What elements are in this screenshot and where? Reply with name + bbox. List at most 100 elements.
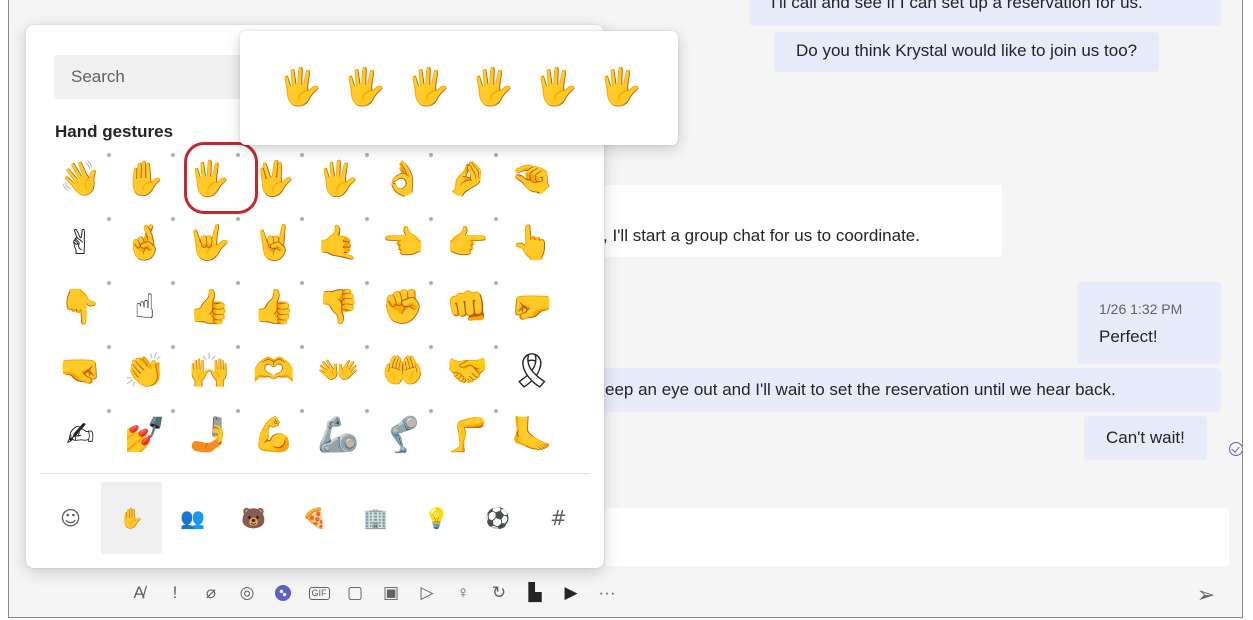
chat-message-2: Do you think Krystal would like to join … [774,32,1160,72]
skin-tone-indicator [235,409,240,413]
skin-tone-option[interactable]: 🖐 [268,56,332,120]
schedule-meeting-icon[interactable]: ▣ [373,576,409,610]
hand-gestures-icon: ✋ [119,506,144,530]
skin-tone-indicator [429,345,433,349]
compose-box[interactable] [605,508,1229,566]
sticker-icon[interactable]: ▢ [337,576,373,610]
skin-tone-option[interactable]: 🖐 [396,56,460,120]
emoji-search-input[interactable] [54,55,254,99]
emoji-glyph: 🤙 [317,223,360,263]
emoji-glyph: ✍ [66,415,95,455]
emoji-cell[interactable]: 👍 [242,275,307,339]
category-animals[interactable]: 🐻 [223,482,284,554]
emoji-cell[interactable]: ✌ [48,211,113,275]
emoji-cell[interactable]: 👌 [371,147,436,211]
category-food[interactable]: 🍕 [284,482,345,554]
emoji-cell[interactable]: 👎 [306,275,371,339]
travel-places-icon: 🏢 [363,506,388,530]
emoji-cell[interactable]: 🤝 [435,339,500,403]
emoji-cell[interactable]: 👏 [113,339,178,403]
emoji-cell[interactable]: 🦶 [500,403,565,467]
emoji-cell[interactable]: 🤙 [306,211,371,275]
emoji-grid: 👋 ✋ 🖐 🖖 🖐 👌 🤌 🤏 ✌ 🤞 🤟 🤘 🤙 👈 👉 👆 👇 ☝ 👍 👍 👎 ✊ 👊 🤛 🤜 👏 🙌 🫶 👐 🤲 🤝 🎗 ✍ 💅 🤳 💪 🦾 🦿 🦵 🦶 [48,147,588,475]
skin-tone-indicator [364,281,369,285]
skin-tone-option[interactable]: 🖐 [332,56,396,120]
section-title: Hand gestures [55,122,174,141]
format-icon[interactable]: A̸ [121,576,157,610]
updates-icon[interactable]: ↻ [481,576,517,610]
emoji-icon[interactable] [265,576,301,610]
emoji-glyph: 🤳 [188,415,231,455]
emoji-glyph: 🤞 [123,223,166,263]
emoji-cell[interactable]: ✊ [371,275,436,339]
emoji-cell[interactable]: 👍 [177,275,242,339]
skin-tone-indicator [106,409,111,413]
emoji-glyph: 🫶 [252,351,295,391]
emoji-cell[interactable]: 🎗 [500,339,565,403]
send-icon[interactable]: ➢ [1191,580,1221,610]
emoji-glyph: 🤏 [510,159,553,199]
emoji-cell[interactable]: 🦾 [306,403,371,467]
praise-icon[interactable]: ♀ [445,576,481,610]
emoji-cell[interactable]: 🤞 [113,211,178,275]
emoji-cell[interactable]: ✍ [48,403,113,467]
emoji-cell[interactable]: 🖐 [306,147,371,211]
emoji-cell[interactable]: 🫶 [242,339,307,403]
skin-tone-picker: 🖐 🖐 🖐 🖐 🖐 🖐 [240,31,678,145]
priority-icon[interactable]: ! [157,576,193,610]
video-icon[interactable]: ▶ [553,576,589,610]
category-hand-gestures[interactable]: ✋ [101,482,162,554]
skin-tone-option[interactable]: 🖐 [460,56,524,120]
more-icon[interactable]: ··· [589,576,625,610]
category-travel-places[interactable]: 🏢 [345,482,406,554]
emoji-cell[interactable]: 🦵 [435,403,500,467]
emoji-cell[interactable]: 🤘 [242,211,307,275]
emoji-cell[interactable]: 🤜 [48,339,113,403]
category-activities[interactable]: ⚽ [467,482,528,554]
chat-message-5: eep an eye out and I'll wait to set the … [569,368,1221,412]
emoji-cell[interactable]: 🤲 [371,339,436,403]
chat-message-6: Can't wait! [1084,416,1207,460]
chat-message-4: 1/26 1:32 PM Perfect! [1077,282,1221,364]
emoji-glyph: ✌ [66,223,95,263]
loop-icon[interactable]: ◎ [229,576,265,610]
chat-message-1: I'll call and see if I can set up a rese… [749,0,1221,26]
category-smileys[interactable]: ☺ [40,482,101,554]
skin-tone-indicator [300,153,304,157]
emoji-cell[interactable]: 🦿 [371,403,436,467]
emoji-cell[interactable]: 💪 [242,403,307,467]
emoji-cell[interactable]: 🤌 [435,147,500,211]
emoji-cell[interactable]: 🤳 [177,403,242,467]
skin-tone-option[interactable]: 🖐 [588,56,652,120]
emoji-cell[interactable]: 👊 [435,275,500,339]
emoji-cell[interactable]: 🤟 [177,211,242,275]
emoji-glyph: 🤜 [59,351,102,391]
skin-tone-indicator [493,281,498,285]
apps-icon[interactable]: ▙ [517,576,553,610]
category-objects[interactable]: 💡 [406,482,467,554]
skin-tone-indicator [429,281,433,285]
emoji-cell[interactable]: 🙌 [177,339,242,403]
emoji-glyph: 👋 [59,159,102,199]
emoji-cell[interactable]: 👐 [306,339,371,403]
emoji-glyph: ✋ [123,159,166,199]
category-people[interactable]: 👥 [162,482,223,554]
emoji-glyph: 🖖 [252,159,295,199]
skin-tone-indicator [106,281,111,285]
emoji-cell[interactable]: 👈 [371,211,436,275]
attach-icon[interactable]: ⌀ [193,576,229,610]
skin-tone-option[interactable]: 🖐 [524,56,588,120]
emoji-cell[interactable]: ☝ [113,275,178,339]
gif-icon[interactable]: GIF [301,576,337,610]
emoji-cell[interactable]: 🤏 [500,147,565,211]
emoji-cell[interactable]: 👉 [435,211,500,275]
emoji-glyph: 👍 [188,287,231,327]
emoji-cell[interactable]: 👆 [500,211,565,275]
category-symbols[interactable]: # [528,482,589,554]
emoji-cell[interactable]: ✋ [113,147,178,211]
emoji-cell[interactable]: 👋 [48,147,113,211]
emoji-cell[interactable]: 👇 [48,275,113,339]
emoji-cell[interactable]: 💅 [113,403,178,467]
emoji-cell[interactable]: 🤛 [500,275,565,339]
stream-icon[interactable]: ▷ [409,576,445,610]
